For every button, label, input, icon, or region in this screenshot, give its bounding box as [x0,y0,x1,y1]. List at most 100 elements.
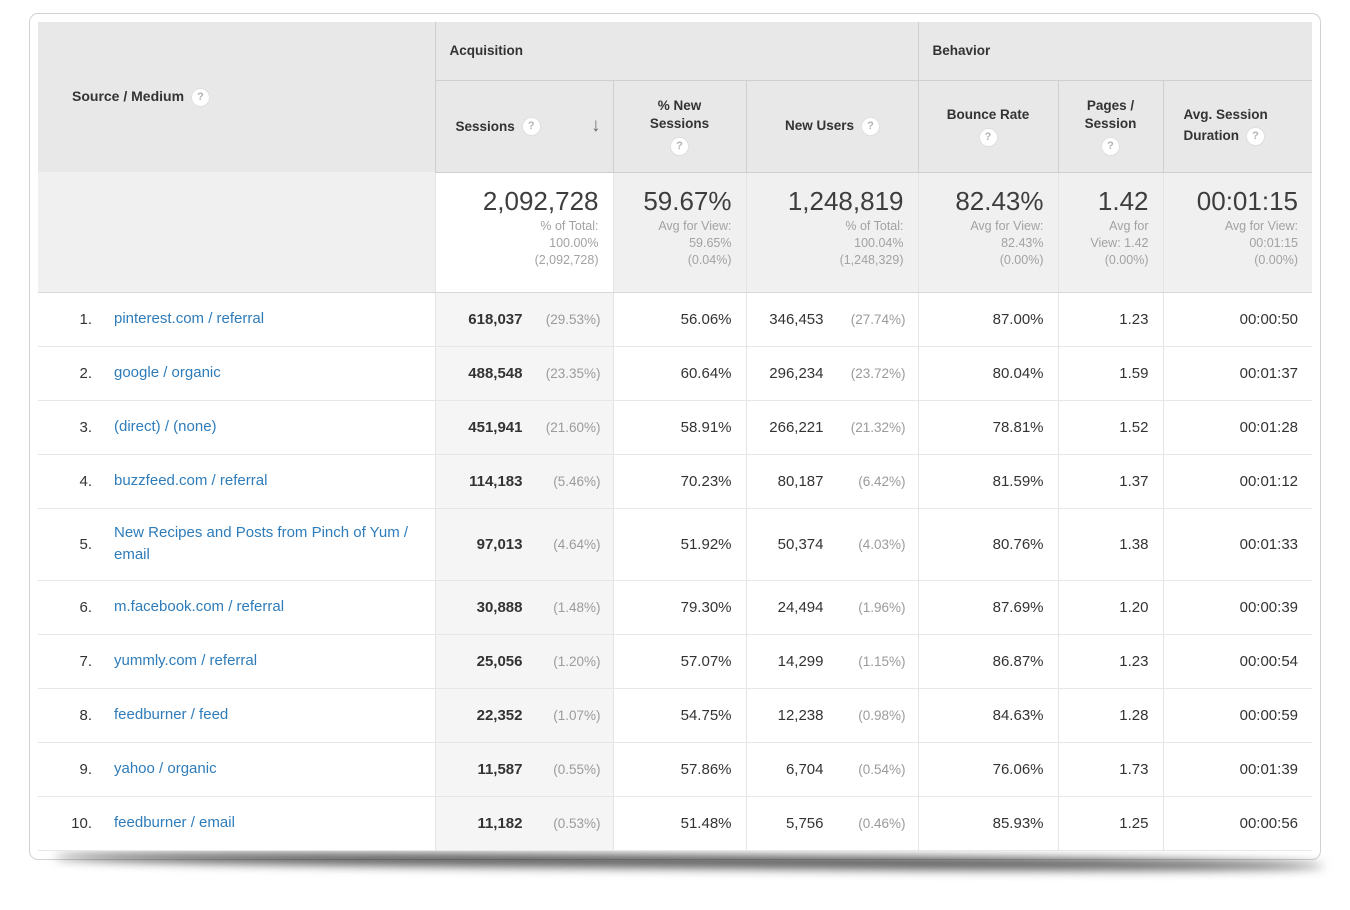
sessions-cell: 22,352 (1.07%) [434,688,613,743]
sessions-cell: 451,941 (21.60%) [434,400,613,455]
totals-empty-cell [38,172,435,293]
new-users-cell: 12,238 (0.98%) [745,688,918,743]
source-medium-link[interactable]: New Recipes and Posts from Pinch of Yum … [114,522,434,566]
table-row: 2. google / organic 488,548 (23.35%) 60.64… [38,346,1312,401]
sessions-label: Sessions [455,118,515,134]
column-header-pct-new-sessions[interactable]: % New Sessions? [612,80,746,173]
sessions-cell: 488,548 (23.35%) [434,346,613,401]
sessions-cell: 25,056 (1.20%) [434,634,613,689]
pages-session-cell: 1.25 [1057,796,1163,851]
source-medium-link[interactable]: (direct) / (none) [114,416,217,438]
source-medium-table: Source / Medium? Acquisition Behavior Se… [38,22,1312,851]
source-cell: 10. feedburner / email [38,796,435,851]
source-cell: 2. google / organic [38,346,435,401]
avg-duration-cell: 00:00:39 [1162,580,1312,635]
sort-descending-icon[interactable]: ↓ [591,115,601,137]
row-rank: 10. [71,814,92,832]
avg-duration-cell: 00:01:28 [1162,400,1312,455]
source-cell: 3. (direct) / (none) [38,400,435,455]
pct-new-sessions-cell: 58.91% [612,400,746,455]
help-icon[interactable]: ? [862,117,880,135]
source-cell: 9. yahoo / organic [38,742,435,797]
new-users-cell: 346,453 (27.74%) [745,292,918,347]
table-row: 6. m.facebook.com / referral 30,888 (1.48%… [38,580,1312,635]
column-header-bounce-rate[interactable]: Bounce Rate? [917,80,1058,173]
new-users-cell: 14,299 (1.15%) [745,634,918,689]
source-cell: 8. feedburner / feed [38,688,435,743]
totals-row: 2,092,728% of Total: 100.00% (2,092,728)… [38,172,1312,293]
bounce-rate-cell: 80.04% [917,346,1058,401]
column-header-source-medium[interactable]: Source / Medium? [38,22,435,172]
totals-new-users: 1,248,819% of Total: 100.04% (1,248,329) [745,172,918,293]
column-header-pages-session[interactable]: Pages / Session? [1057,80,1163,173]
bounce-rate-cell: 87.00% [917,292,1058,347]
row-rank: 5. [79,535,92,553]
source-cell: 1. pinterest.com / referral [38,292,435,347]
avg-duration-cell: 00:00:59 [1162,688,1312,743]
row-rank: 6. [79,598,92,616]
source-medium-link[interactable]: m.facebook.com / referral [114,596,284,618]
behavior-label: Behavior [932,43,991,59]
source-medium-link[interactable]: feedburner / feed [114,704,228,726]
pct-new-sessions-cell: 51.92% [612,508,746,581]
pct-new-sessions-cell: 56.06% [612,292,746,347]
row-rank: 1. [79,310,92,328]
source-medium-link[interactable]: buzzfeed.com / referral [114,470,267,492]
sessions-cell: 97,013 (4.64%) [434,508,613,581]
avg-duration-cell: 00:01:33 [1162,508,1312,581]
pages-session-cell: 1.52 [1057,400,1163,455]
row-rank: 8. [79,706,92,724]
table-row: 8. feedburner / feed 22,352 (1.07%) 54.75%… [38,688,1312,743]
avg-duration-cell: 00:01:39 [1162,742,1312,797]
help-icon[interactable]: ? [979,128,997,146]
bounce-rate-cell: 81.59% [917,454,1058,509]
row-rank: 2. [79,364,92,382]
table-row: 7. yummly.com / referral 25,056 (1.20%) 57… [38,634,1312,689]
pct-new-sessions-cell: 70.23% [612,454,746,509]
sessions-cell: 618,037 (29.53%) [434,292,613,347]
row-rank: 3. [79,418,92,436]
column-header-avg-session-duration[interactable]: Avg. Session Duration? [1162,80,1312,173]
table-row: 5. New Recipes and Posts from Pinch of Yu… [38,508,1312,581]
sessions-cell: 11,182 (0.53%) [434,796,613,851]
bounce-rate-cell: 85.93% [917,796,1058,851]
row-rank: 7. [79,652,92,670]
bounce-rate-cell: 84.63% [917,688,1058,743]
help-icon[interactable]: ? [671,137,688,155]
new-users-cell: 266,221 (21.32%) [745,400,918,455]
source-medium-link[interactable]: feedburner / email [114,812,235,834]
avg-duration-cell: 00:00:50 [1162,292,1312,347]
new-users-cell: 50,374 (4.03%) [745,508,918,581]
pages-session-cell: 1.28 [1057,688,1163,743]
source-cell: 4. buzzfeed.com / referral [38,454,435,509]
help-icon[interactable]: ? [522,117,540,135]
source-medium-link[interactable]: yummly.com / referral [114,650,257,672]
bounce-rate-cell: 76.06% [917,742,1058,797]
group-header-behavior: Behavior [917,22,1312,81]
totals-avg-duration: 00:01:15 Avg for View: 00:01:15 (0.00%) [1162,172,1312,293]
sessions-cell: 114,183 (5.46%) [434,454,613,509]
new-users-cell: 24,494 (1.96%) [745,580,918,635]
pages-session-cell: 1.38 [1057,508,1163,581]
help-icon[interactable]: ? [1102,137,1119,155]
pct-new-sessions-cell: 57.86% [612,742,746,797]
new-users-cell: 5,756 (0.46%) [745,796,918,851]
avg-duration-cell: 00:00:56 [1162,796,1312,851]
table-row: 1. pinterest.com / referral 618,037 (29.53… [38,292,1312,347]
pct-new-sessions-cell: 57.07% [612,634,746,689]
pages-session-cell: 1.20 [1057,580,1163,635]
help-icon[interactable]: ? [192,88,210,106]
sessions-cell: 11,587 (0.55%) [434,742,613,797]
column-header-new-users[interactable]: New Users? [745,80,918,173]
bounce-rate-cell: 78.81% [917,400,1058,455]
source-medium-link[interactable]: google / organic [114,362,221,384]
row-rank: 4. [79,472,92,490]
source-medium-link[interactable]: pinterest.com / referral [114,308,264,330]
help-icon[interactable]: ? [1247,127,1264,145]
source-cell: 5. New Recipes and Posts from Pinch of Yu… [38,508,435,581]
source-medium-link[interactable]: yahoo / organic [114,758,217,780]
totals-pct-new-sessions: 59.67% Avg for View: 59.65% (0.04%) [612,172,746,293]
pages-session-cell: 1.23 [1057,292,1163,347]
column-header-sessions[interactable]: Sessions? ↓ [434,80,613,173]
totals-pages-session: 1.42 Avg for View: 1.42 (0.00%) [1057,172,1163,293]
